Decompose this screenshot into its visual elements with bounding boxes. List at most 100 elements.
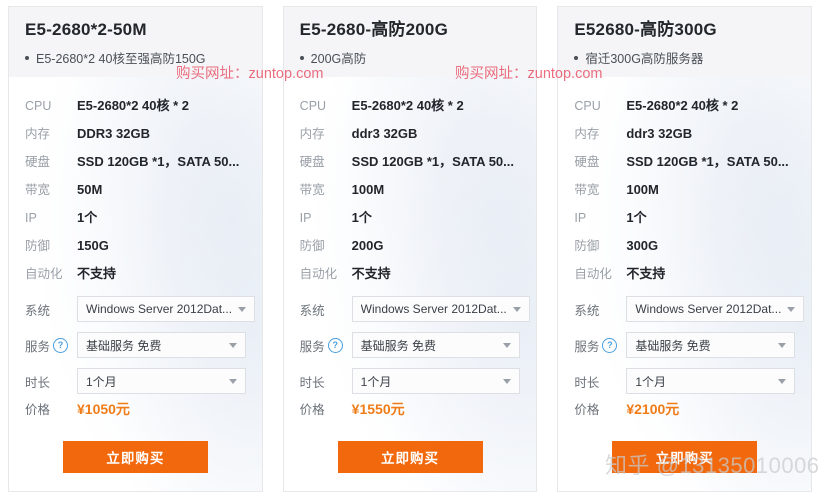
card-body: CPU E5-2680*2 40核 * 2 内存 ddr3 32GB 硬盘 SS… xyxy=(558,77,811,491)
spec-value-defense: 150G xyxy=(77,238,109,254)
option-row-duration: 时长 1个月 xyxy=(300,363,521,399)
spec-label-defense: 防御 xyxy=(25,239,51,254)
option-row-service: 服务 ? 基础服务 免费 xyxy=(300,327,521,363)
system-select[interactable]: Windows Server 2012Dat... xyxy=(626,296,805,323)
spec-label-defense: 防御 xyxy=(299,239,325,254)
help-icon[interactable]: ? xyxy=(602,337,618,353)
spec-value-cpu: E5-2680*2 40核 * 2 xyxy=(351,98,464,114)
option-label-system: 系统 xyxy=(25,303,51,318)
product-card[interactable]: E5-2680*2-50M E5-2680*2 40核至强高防150G CPU … xyxy=(8,6,263,492)
product-card[interactable]: E52680-高防300G 宿迁300G高防服务器 CPU E5-2680*2 … xyxy=(557,6,813,492)
duration-select-value: 1个月 xyxy=(635,374,667,389)
spec-value-bandwidth: 50M xyxy=(77,182,103,198)
option-row-duration: 时长 1个月 xyxy=(574,363,796,399)
system-select-value: Windows Server 2012Dat... xyxy=(86,302,233,317)
spec-label-automation: 自动化 xyxy=(574,267,612,282)
option-label-service: 服务 ? xyxy=(574,336,626,355)
system-select[interactable]: Windows Server 2012Dat... xyxy=(77,296,256,323)
buy-now-button[interactable]: 立即购买 xyxy=(62,441,208,474)
duration-select-value: 1个月 xyxy=(360,374,392,389)
spec-value-cpu: E5-2680*2 40核 * 2 xyxy=(626,98,739,114)
spec-value-automation: 不支持 xyxy=(626,266,666,282)
spec-row-ip: IP 1个 xyxy=(574,207,795,235)
spec-value-cpu: E5-2680*2 40核 * 2 xyxy=(77,98,190,114)
price-row: 价格 ¥1050元 xyxy=(25,399,246,431)
card-title: E52680-高防300G xyxy=(574,20,717,39)
duration-select[interactable]: 1个月 xyxy=(351,368,521,395)
spec-row-cpu: CPU E5-2680*2 40核 * 2 xyxy=(574,95,795,123)
duration-select[interactable]: 1个月 xyxy=(626,368,796,395)
spec-row-memory: 内存 ddr3 32GB xyxy=(574,123,795,151)
card-body: CPU E5-2680*2 40核 * 2 内存 ddr3 32GB 硬盘 SS… xyxy=(284,77,537,491)
spec-value-bandwidth: 100M xyxy=(626,182,659,198)
chevron-down-icon xyxy=(228,342,237,348)
spec-value-disk: SSD 120GB *1，SATA 50... xyxy=(351,154,514,170)
service-select[interactable]: 基础服务 免费 xyxy=(626,332,796,359)
spec-label-disk: 硬盘 xyxy=(299,155,325,170)
card-subtitle: 宿迁300G高防服务器 xyxy=(574,48,795,67)
spec-value-defense: 300G xyxy=(626,238,659,254)
chevron-down-icon xyxy=(503,378,512,384)
spec-label-memory: 内存 xyxy=(25,127,51,142)
spec-row-disk: 硬盘 SSD 120GB *1，SATA 50... xyxy=(25,151,246,179)
option-label-service: 服务 ? xyxy=(25,336,77,355)
option-row-system: 系统 Windows Server 2012Dat... xyxy=(300,291,530,327)
spec-label-ip: IP xyxy=(25,211,37,226)
help-icon[interactable]: ? xyxy=(327,337,343,353)
chevron-down-icon xyxy=(238,306,247,312)
bullet-icon xyxy=(25,56,29,61)
option-row-system: 系统 Windows Server 2012Dat... xyxy=(25,291,256,327)
bullet-icon xyxy=(299,56,304,61)
service-select[interactable]: 基础服务 免费 xyxy=(77,332,246,359)
spec-row-automation: 自动化 不支持 xyxy=(574,263,795,291)
service-select-value: 基础服务 免费 xyxy=(86,338,162,353)
spec-row-memory: 内存 DDR3 32GB xyxy=(25,123,246,151)
spec-value-memory: ddr3 32GB xyxy=(351,126,418,142)
spec-row-disk: 硬盘 SSD 120GB *1，SATA 50... xyxy=(574,151,795,179)
system-select[interactable]: Windows Server 2012Dat... xyxy=(351,296,530,323)
spec-label-cpu: CPU xyxy=(299,99,327,114)
card-title: E5-2680-高防200G xyxy=(299,20,448,39)
buy-now-button[interactable]: 立即购买 xyxy=(612,441,758,474)
spec-row-memory: 内存 ddr3 32GB xyxy=(300,123,521,151)
card-subtitle-text: E5-2680*2 40核至强高防150G xyxy=(36,52,206,67)
spec-label-defense: 防御 xyxy=(574,239,600,254)
chevron-down-icon xyxy=(512,306,521,312)
option-label-service: 服务 ? xyxy=(300,336,352,355)
spec-label-bandwidth: 带宽 xyxy=(25,183,51,198)
service-select[interactable]: 基础服务 免费 xyxy=(351,332,521,359)
help-icon[interactable]: ? xyxy=(53,337,69,353)
spec-row-defense: 防御 150G xyxy=(25,235,246,263)
duration-select[interactable]: 1个月 xyxy=(77,368,246,395)
option-label-duration: 时长 xyxy=(574,375,600,390)
price-value: ¥1050元 xyxy=(77,401,130,418)
spec-row-defense: 防御 200G xyxy=(300,235,521,263)
chevron-down-icon xyxy=(503,342,512,348)
price-row: 价格 ¥1550元 xyxy=(300,399,521,431)
spec-label-disk: 硬盘 xyxy=(25,155,51,170)
spec-value-automation: 不支持 xyxy=(77,266,117,282)
price-label: 价格 xyxy=(574,403,600,418)
product-card[interactable]: E5-2680-高防200G 200G高防 CPU E5-2680*2 40核 … xyxy=(282,6,538,492)
spec-row-disk: 硬盘 SSD 120GB *1，SATA 50... xyxy=(300,151,521,179)
buy-button-wrap: 立即购买 xyxy=(300,431,521,487)
bullet-icon xyxy=(574,56,579,61)
chevron-down-icon xyxy=(787,306,796,312)
spec-value-disk: SSD 120GB *1，SATA 50... xyxy=(626,154,789,170)
spec-row-automation: 自动化 不支持 xyxy=(25,263,246,291)
spec-row-bandwidth: 带宽 100M xyxy=(300,179,521,207)
card-subtitle-text: 宿迁300G高防服务器 xyxy=(585,52,704,67)
option-row-service: 服务 ? 基础服务 免费 xyxy=(574,327,796,363)
card-body: CPU E5-2680*2 40核 * 2 内存 DDR3 32GB 硬盘 SS… xyxy=(9,77,262,491)
spec-value-memory: ddr3 32GB xyxy=(626,126,693,142)
spec-value-ip: 1个 xyxy=(351,210,372,226)
chevron-down-icon xyxy=(228,378,237,384)
buy-now-button[interactable]: 立即购买 xyxy=(337,441,483,474)
spec-value-ip: 1个 xyxy=(77,210,98,226)
spec-row-defense: 防御 300G xyxy=(574,235,795,263)
system-select-value: Windows Server 2012Dat... xyxy=(360,302,507,317)
spec-row-bandwidth: 带宽 100M xyxy=(574,179,795,207)
spec-row-ip: IP 1个 xyxy=(300,207,521,235)
spec-row-ip: IP 1个 xyxy=(25,207,246,235)
spec-label-disk: 硬盘 xyxy=(574,155,600,170)
